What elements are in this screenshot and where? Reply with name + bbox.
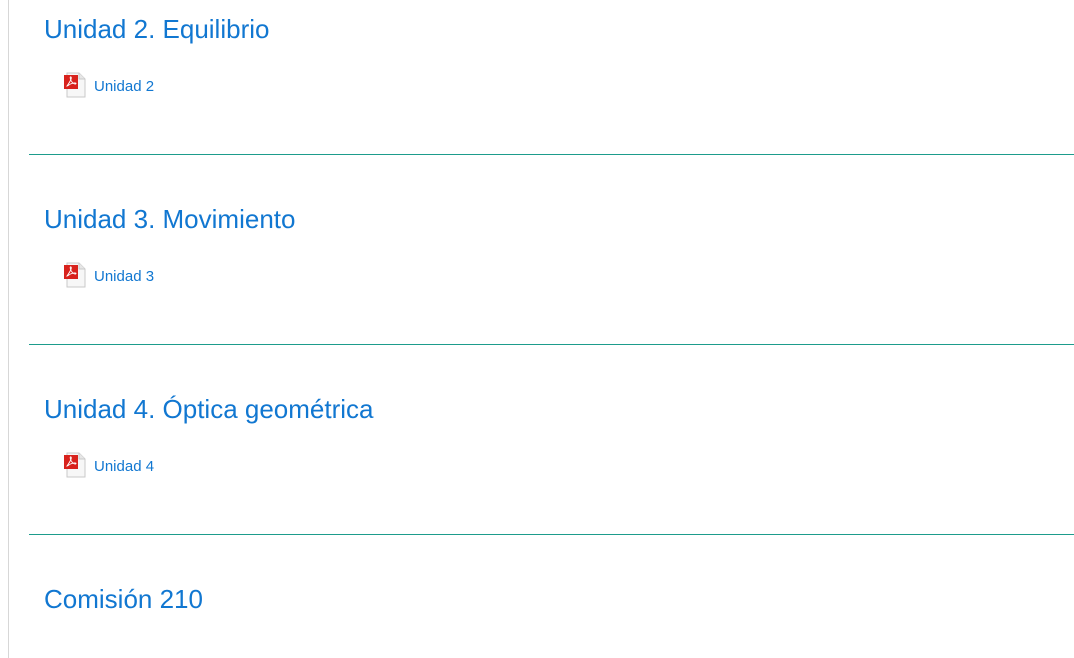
resource-link-unidad-3[interactable]: Unidad 3 [64, 262, 154, 288]
course-section-unidad-3: Unidad 3. Movimiento Unidad 3 [29, 190, 1074, 380]
course-section-unidad-4: Unidad 4. Óptica geométrica Unidad 4 [29, 380, 1074, 570]
section-title[interactable]: Comisión 210 [44, 583, 203, 615]
resource-label: Unidad 4 [94, 458, 155, 475]
course-section-comision-210: Comisión 210 [29, 570, 1074, 658]
pdf-icon [64, 452, 88, 478]
section-divider [29, 534, 1074, 535]
resource-label: Unidad 3 [94, 268, 155, 285]
section-title[interactable]: Unidad 2. Equilibrio [44, 13, 269, 45]
resource-link-unidad-2[interactable]: Unidad 2 [64, 72, 154, 98]
course-content: Unidad 2. Equilibrio Unidad 2 Unidad 3. … [0, 0, 1074, 658]
pdf-icon [64, 262, 88, 288]
resource-label: Unidad 2 [94, 78, 155, 95]
left-border [8, 0, 9, 658]
course-section-unidad-2: Unidad 2. Equilibrio Unidad 2 [29, 0, 1074, 190]
section-title[interactable]: Unidad 4. Óptica geométrica [44, 393, 374, 425]
section-divider [29, 154, 1074, 155]
section-title[interactable]: Unidad 3. Movimiento [44, 203, 295, 235]
pdf-icon [64, 72, 88, 98]
resource-link-unidad-4[interactable]: Unidad 4 [64, 452, 154, 478]
section-divider [29, 344, 1074, 345]
